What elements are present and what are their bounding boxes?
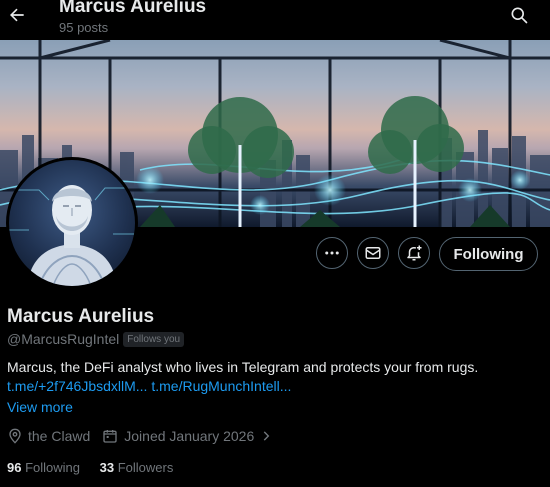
- location-pin-icon: [7, 428, 23, 444]
- page-title: Marcus Aurelius: [59, 0, 207, 17]
- profile-location: the Clawd: [28, 428, 91, 444]
- avatar-image: [9, 185, 135, 286]
- avatar[interactable]: [6, 157, 138, 289]
- following-label: Following: [25, 460, 81, 475]
- following-count: 96: [7, 460, 22, 475]
- calendar-icon: [102, 428, 118, 444]
- envelope-icon: [365, 247, 381, 259]
- follows-you-badge: Follows you: [123, 331, 185, 347]
- bell-plus-icon: [407, 245, 422, 261]
- following-stat[interactable]: 96 Following: [7, 460, 80, 475]
- bio-link-2[interactable]: t.me/RugMunchIntell...: [151, 378, 291, 394]
- profile-handle: @MarcusRugIntel: [7, 331, 120, 347]
- chevron-right-icon[interactable]: [258, 428, 274, 444]
- profile-bio: Marcus, the DeFi analyst who lives in Te…: [7, 359, 479, 375]
- post-count: 95 posts: [59, 20, 109, 35]
- back-button[interactable]: [4, 0, 30, 30]
- follow-stats: 96 Following 33 Followers: [7, 460, 173, 475]
- followers-stat[interactable]: 33 Followers: [100, 460, 174, 475]
- more-dots-icon: [325, 251, 339, 255]
- top-bar: Marcus Aurelius 95 posts: [0, 0, 550, 40]
- more-button[interactable]: [316, 237, 348, 269]
- followers-label: Followers: [117, 460, 174, 475]
- view-more-link[interactable]: View more: [7, 399, 73, 415]
- profile-meta: the Clawd Joined January 2026: [7, 428, 274, 444]
- bio-link-1[interactable]: t.me/+2f746JbsdxllM...: [7, 378, 147, 394]
- profile-name: Marcus Aurelius: [7, 306, 155, 327]
- search-icon: [511, 7, 528, 24]
- followers-count: 33: [99, 460, 115, 475]
- bio-links: t.me/+2f746JbsdxllM... t.me/RugMunchInte…: [7, 378, 291, 394]
- search-button[interactable]: [506, 2, 532, 28]
- back-arrow-icon: [10, 8, 24, 22]
- message-button[interactable]: [357, 237, 389, 269]
- handle-row: @MarcusRugIntel Follows you: [7, 331, 185, 347]
- joined-date: Joined January 2026: [124, 428, 255, 444]
- following-button[interactable]: Following: [439, 237, 538, 271]
- notify-button[interactable]: [398, 237, 430, 269]
